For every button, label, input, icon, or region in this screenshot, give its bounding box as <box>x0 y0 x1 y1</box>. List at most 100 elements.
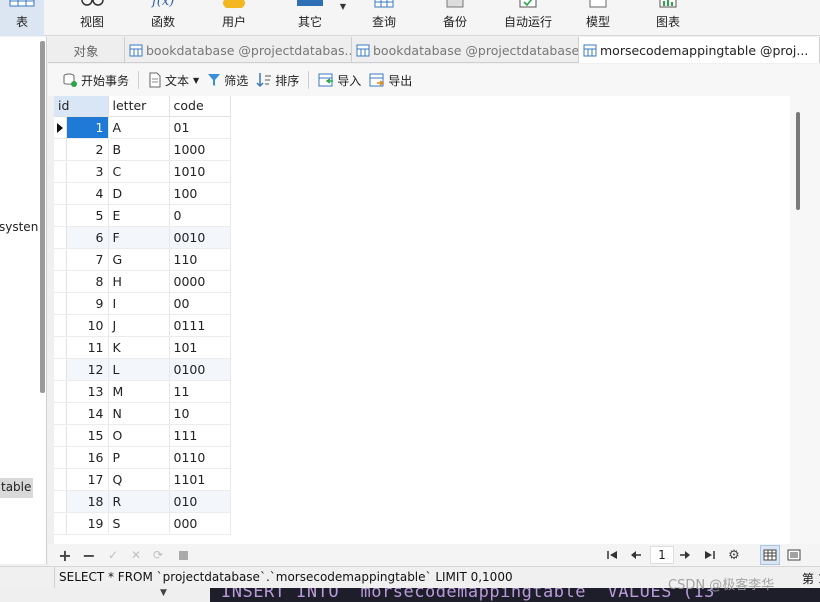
cell-letter[interactable]: F <box>108 226 170 249</box>
ribbon-model-button[interactable]: 模型 <box>576 0 620 36</box>
page-number-input[interactable]: 1 <box>650 546 674 564</box>
cell-letter[interactable]: E <box>108 204 170 227</box>
cell-letter[interactable]: A <box>108 116 170 139</box>
cell-letter[interactable]: R <box>108 490 170 513</box>
table-row[interactable]: 17 Q 1101 <box>54 468 231 491</box>
column-header-id[interactable]: id <box>54 96 109 117</box>
ribbon-chart-button[interactable]: 图表 <box>620 0 716 36</box>
row-indicator[interactable] <box>54 248 67 271</box>
cell-letter[interactable]: H <box>108 270 170 293</box>
row-indicator[interactable] <box>54 424 67 447</box>
row-indicator[interactable] <box>54 490 67 513</box>
table-row[interactable]: 8 H 0000 <box>54 270 231 293</box>
cell-id[interactable]: 15 <box>66 424 109 447</box>
table-row[interactable]: 16 P 0110 <box>54 446 231 469</box>
cell-id[interactable]: 19 <box>66 512 109 535</box>
chevron-down-icon[interactable]: ▼ <box>193 76 199 85</box>
first-page-icon[interactable] <box>606 546 620 564</box>
cell-id[interactable]: 7 <box>66 248 109 271</box>
next-page-icon[interactable] <box>678 546 692 564</box>
ribbon-other-button[interactable]: 其它 ▼ <box>282 0 346 36</box>
ribbon-backup-button[interactable]: 备份 <box>430 0 480 36</box>
cell-id[interactable]: 13 <box>66 380 109 403</box>
cell-id[interactable]: 1 <box>66 116 109 139</box>
cell-code[interactable]: 0100 <box>169 358 231 381</box>
table-row[interactable]: 9 I 00 <box>54 292 231 315</box>
cell-id[interactable]: 10 <box>66 314 109 337</box>
table-row[interactable]: 11 K 101 <box>54 336 231 359</box>
cell-id[interactable]: 18 <box>66 490 109 513</box>
cell-code[interactable]: 1000 <box>169 138 231 161</box>
cell-code[interactable]: 1010 <box>169 160 231 183</box>
row-indicator[interactable] <box>54 160 67 183</box>
cell-letter[interactable]: J <box>108 314 170 337</box>
form-view-button[interactable] <box>784 545 804 565</box>
cell-id[interactable]: 16 <box>66 446 109 469</box>
cell-id[interactable]: 14 <box>66 402 109 425</box>
ribbon-autorun-button[interactable]: 自动运行 <box>480 0 576 36</box>
cell-letter[interactable]: K <box>108 336 170 359</box>
filter-button[interactable]: 筛选 <box>203 68 252 92</box>
cell-code[interactable]: 111 <box>169 424 231 447</box>
cell-id[interactable]: 12 <box>66 358 109 381</box>
cell-letter[interactable]: C <box>108 160 170 183</box>
row-indicator[interactable] <box>54 512 67 535</box>
row-indicator[interactable] <box>54 336 67 359</box>
sort-button[interactable]: 排序 <box>252 68 303 92</box>
row-indicator[interactable] <box>54 204 67 227</box>
add-record-icon[interactable]: + <box>58 546 72 565</box>
table-row[interactable]: 5E0 <box>54 204 231 227</box>
column-header-code[interactable]: code <box>169 96 231 117</box>
row-indicator[interactable] <box>54 314 67 337</box>
cell-code[interactable]: 0010 <box>169 226 231 249</box>
cell-letter[interactable]: B <box>108 138 170 161</box>
ribbon-query-button[interactable]: 查询 <box>338 0 430 36</box>
table-row[interactable]: 12 L 0100 <box>54 358 231 381</box>
stop-icon[interactable] <box>176 546 190 564</box>
cell-code[interactable]: 10 <box>169 402 231 425</box>
previous-page-icon[interactable] <box>629 546 643 564</box>
tab-objects[interactable]: 对象 <box>48 37 125 63</box>
ribbon-function-button[interactable]: f(x) 函数 <box>140 0 186 36</box>
cell-letter[interactable]: N <box>108 402 170 425</box>
row-indicator[interactable] <box>54 182 67 205</box>
gear-icon[interactable]: ⚙ <box>727 546 741 564</box>
row-indicator[interactable] <box>54 468 67 491</box>
tab-bookdatabase-1[interactable]: bookdatabase @projectdatabas... <box>125 37 352 63</box>
row-indicator[interactable] <box>54 138 67 161</box>
cell-code[interactable]: 11 <box>169 380 231 403</box>
table-row[interactable]: 1 A 01 <box>54 116 231 139</box>
ribbon-table-button[interactable]: 表 <box>0 0 44 36</box>
grid-view-button[interactable] <box>760 545 780 565</box>
cell-id[interactable]: 5 <box>66 204 109 227</box>
import-button[interactable]: 导入 <box>314 68 365 92</box>
row-indicator[interactable] <box>54 380 67 403</box>
cell-letter[interactable]: M <box>108 380 170 403</box>
row-indicator[interactable] <box>54 226 67 249</box>
cell-letter[interactable]: G <box>108 248 170 271</box>
cell-code[interactable]: 0000 <box>169 270 231 293</box>
cell-id[interactable]: 9 <box>66 292 109 315</box>
cell-id[interactable]: 11 <box>66 336 109 359</box>
cell-letter[interactable]: P <box>108 446 170 469</box>
table-row[interactable]: 15 O 111 <box>54 424 231 447</box>
delete-record-icon[interactable]: − <box>82 546 96 565</box>
cell-letter[interactable]: Q <box>108 468 170 491</box>
export-button[interactable]: 导出 <box>365 68 416 92</box>
table-row[interactable]: 3 C 1010 <box>54 160 231 183</box>
table-row[interactable]: 6 F 0010 <box>54 226 231 249</box>
cell-id[interactable]: 2 <box>66 138 109 161</box>
row-indicator[interactable] <box>54 292 67 315</box>
ribbon-user-button[interactable]: 用户 <box>186 0 282 36</box>
cell-id[interactable]: 3 <box>66 160 109 183</box>
cell-letter[interactable]: L <box>108 358 170 381</box>
table-row[interactable]: 4 D 100 <box>54 182 231 205</box>
cell-code[interactable]: 000 <box>169 512 231 535</box>
cell-letter[interactable]: O <box>108 424 170 447</box>
table-row[interactable]: 13 M 11 <box>54 380 231 403</box>
cell-id[interactable]: 6 <box>66 226 109 249</box>
tab-bookdatabase-2[interactable]: bookdatabase @projectdatabase... <box>352 37 579 63</box>
row-indicator[interactable] <box>54 402 67 425</box>
cell-id[interactable]: 17 <box>66 468 109 491</box>
text-button[interactable]: 文本 ▼ <box>144 68 203 92</box>
